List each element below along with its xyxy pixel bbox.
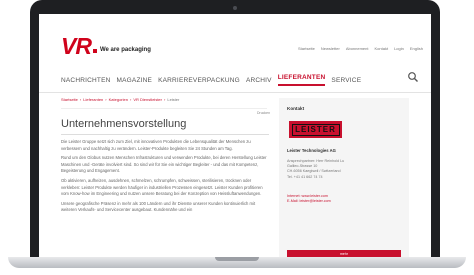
search-icon[interactable] <box>407 71 419 83</box>
utility-link-login[interactable]: Login <box>394 46 404 51</box>
breadcrumb-current: Leister <box>167 97 180 102</box>
laptop-screen: VR We are packaging Startseite Newslette… <box>39 14 431 257</box>
logo-dot <box>92 49 97 53</box>
email-link[interactable]: E-Mail: leister@leister.com <box>287 199 331 204</box>
contact-sidebar: Kontakt LEISTER Leister Technologies AG … <box>279 98 409 257</box>
article-paragraph: Unsere geografische Präsenz in mehr als … <box>61 200 256 213</box>
laptop-base <box>8 257 466 268</box>
utility-link-subscription[interactable]: Abonnement <box>346 46 369 51</box>
utility-link-language[interactable]: English <box>410 46 423 51</box>
company-name: Leister Technologies AG <box>287 148 336 153</box>
nav-item-magazines[interactable]: MAGAZINE <box>117 77 153 84</box>
article-paragraph: Rund um den Globus nutzen Menschen Infra… <box>61 155 267 174</box>
laptop-notch <box>215 257 259 261</box>
breadcrumb-suppliers[interactable]: Lieferanten <box>83 97 103 102</box>
article-body: Die Leister Gruppe setzt sich zum Ziel, … <box>61 139 269 217</box>
sidebar-heading: Kontakt <box>287 106 305 111</box>
nav-item-suppliers[interactable]: LIEFERANTEN <box>277 74 326 86</box>
utility-nav: Startseite Newsletter Abonnement Kontakt… <box>298 46 423 51</box>
address-line: Tel. +41 41 662 74 74 <box>287 174 323 179</box>
print-link[interactable]: Drucken <box>257 111 270 115</box>
utility-link-home[interactable]: Startseite <box>298 46 315 51</box>
nav-item-service[interactable]: SERVICE <box>331 77 361 84</box>
nav-item-news[interactable]: NACHRICHTEN <box>61 77 111 84</box>
breadcrumb-categories[interactable]: Kategorien <box>109 97 128 102</box>
utility-link-contact[interactable]: Kontakt <box>375 46 389 51</box>
breadcrumb: Startseite › Lieferanten › Kategorien › … <box>61 97 179 102</box>
breadcrumb-service-providers[interactable]: VR Dienstleister <box>133 97 162 102</box>
address-line: CH-6056 Kaegiswil / Switzerland <box>287 169 341 174</box>
breadcrumb-separator: › <box>105 97 107 102</box>
content-divider <box>61 108 267 109</box>
company-logo: LEISTER <box>289 121 342 138</box>
utility-link-newsletter[interactable]: Newsletter <box>321 46 340 51</box>
nav-item-archive[interactable]: ARCHIV <box>246 77 272 84</box>
company-logo-frame: LEISTER <box>291 123 340 136</box>
logo-mark: VR <box>61 33 92 59</box>
title-divider <box>61 134 269 135</box>
article-paragraph: Ob aktivieren, aufheizen, ausdehnen, sch… <box>61 177 263 197</box>
main-nav: NACHRICHTEN MAGAZINE KARRIEREVERPACKUNG … <box>61 74 361 86</box>
breadcrumb-home[interactable]: Startseite <box>61 97 78 102</box>
nav-item-career[interactable]: KARRIEREVERPACKUNG <box>158 77 240 84</box>
laptop-lid: VR We are packaging Startseite Newslette… <box>30 0 440 262</box>
nav-divider <box>39 92 431 93</box>
more-button-label: mehr <box>340 251 348 256</box>
site-header: VR We are packaging Startseite Newslette… <box>39 14 431 66</box>
company-address: Ansprechpartner: Herr Reinhold Lu Galile… <box>287 159 344 180</box>
breadcrumb-separator: › <box>129 97 132 102</box>
site-logo[interactable]: VR We are packaging <box>61 33 151 59</box>
company-contact: Internet: www.leister.com E-Mail: leiste… <box>287 194 331 205</box>
article-paragraph: Die Leister Gruppe setzt sich zum Ziel, … <box>61 139 251 151</box>
page-title: Unternehmensvorstellung <box>61 118 187 130</box>
breadcrumb-separator: › <box>79 97 82 102</box>
more-button[interactable]: mehr <box>287 250 401 257</box>
company-logo-text: LEISTER <box>295 125 336 134</box>
webcam <box>233 6 237 10</box>
logo-tagline: We are packaging <box>99 47 151 53</box>
breadcrumb-separator: › <box>164 97 166 102</box>
